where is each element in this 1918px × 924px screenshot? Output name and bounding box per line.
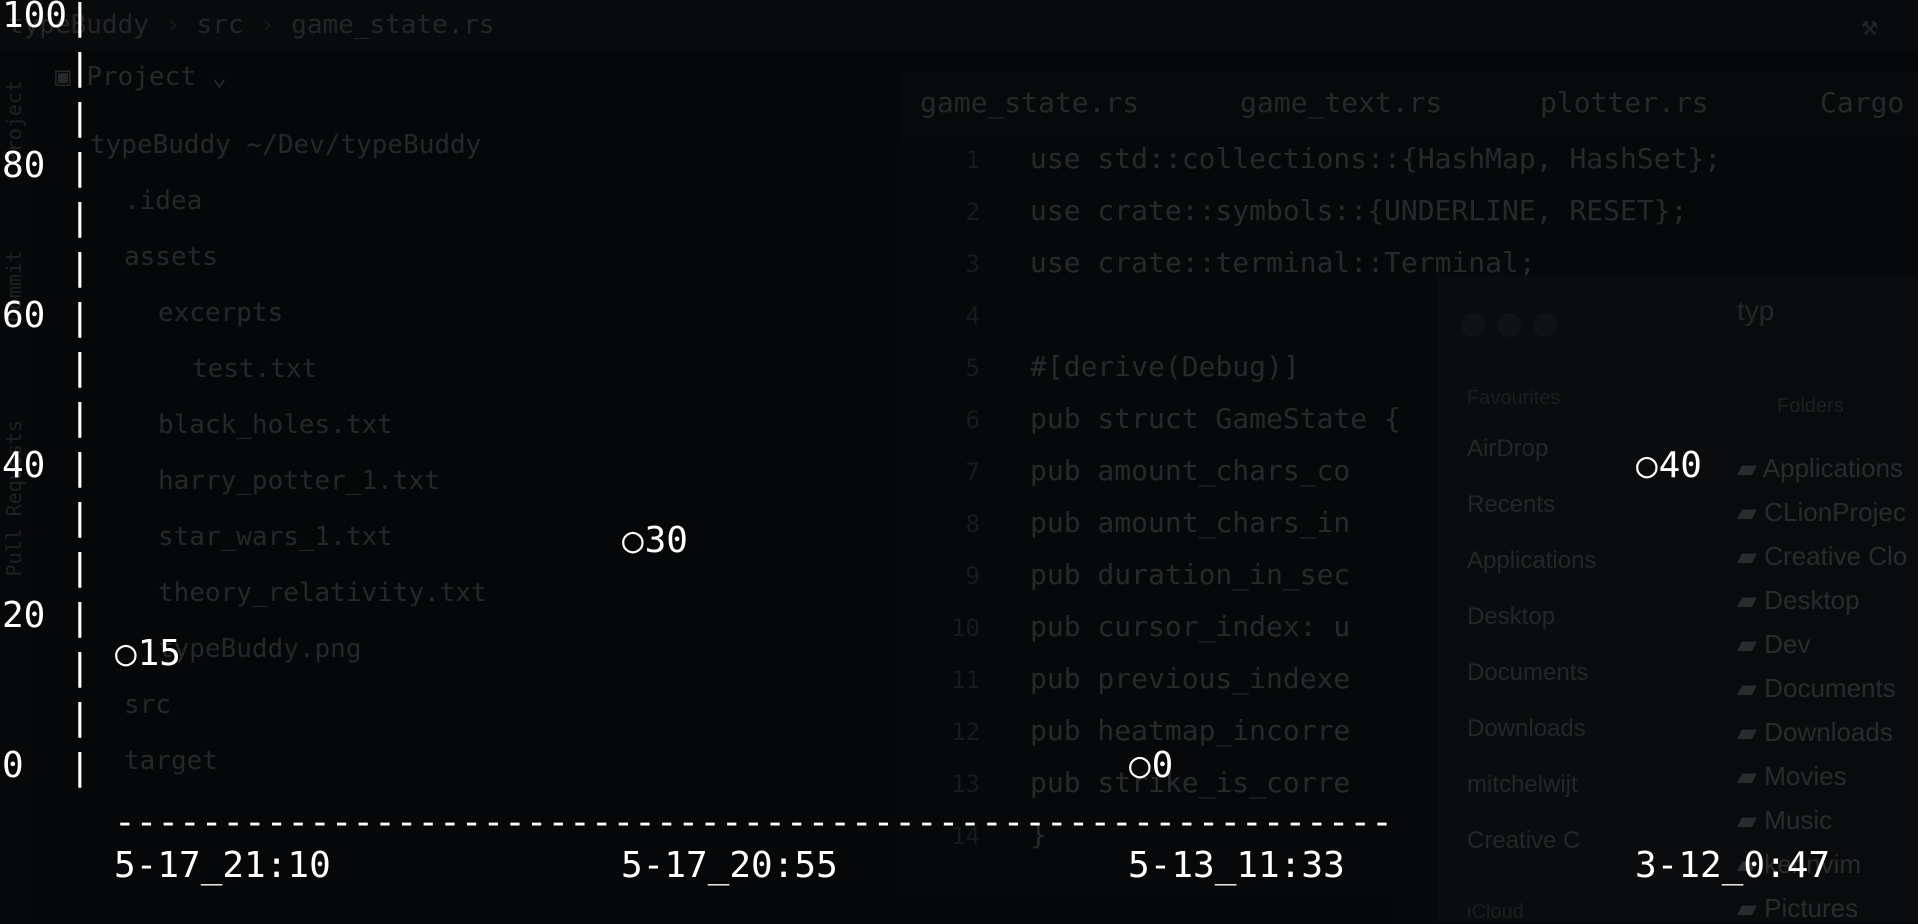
x-tick-label: 3-12_0:47 (1635, 845, 1831, 886)
y-axis-segment: | (69, 347, 91, 388)
data-point-marker: ○ (1636, 445, 1658, 486)
y-axis-segment: | (69, 647, 91, 688)
y-axis-segment: | (69, 297, 91, 338)
y-axis-segment: | (69, 697, 91, 738)
y-axis-segment: | (69, 547, 91, 588)
y-axis-segment: | (69, 497, 91, 538)
y-axis-segment: | (69, 147, 91, 188)
data-point-marker: ○ (622, 520, 644, 561)
terminal-scatter-plot: 0 20 40 60 80 100 | | | | | | | | | | | | | | | | ------------… (0, 0, 1918, 922)
data-point-label: 40 (1658, 445, 1702, 486)
data-point-label: 0 (1151, 745, 1174, 786)
x-tick-label: 5-17_20:55 (621, 845, 838, 886)
y-axis-segment: | (69, 247, 91, 288)
data-point-marker: ○ (115, 632, 137, 674)
y-tick-label: 0 (2, 745, 24, 786)
x-tick-label: 5-13_11:33 (1128, 845, 1345, 886)
data-point-label: 15 (137, 632, 181, 674)
y-tick-label: 80 (2, 145, 46, 186)
y-axis-segment: | (69, 97, 91, 138)
y-axis-segment: | (69, 447, 91, 488)
y-axis-segment: | (69, 0, 91, 38)
y-axis-segment: | (69, 197, 91, 238)
y-tick-label: 100 (2, 0, 68, 36)
y-axis-segment: | (69, 47, 91, 88)
data-point-label: 30 (644, 520, 688, 561)
x-tick-label: 5-17_21:10 (114, 845, 331, 886)
x-axis-line: ----------------------------------------… (114, 802, 1393, 843)
y-axis-segment: | (69, 397, 91, 438)
data-point-marker: ○ (1129, 745, 1151, 786)
y-axis-segment: | (69, 597, 91, 638)
y-tick-label: 40 (2, 445, 46, 486)
y-axis-segment: | (69, 747, 91, 788)
y-tick-label: 20 (2, 595, 46, 636)
y-tick-label: 60 (2, 295, 46, 336)
